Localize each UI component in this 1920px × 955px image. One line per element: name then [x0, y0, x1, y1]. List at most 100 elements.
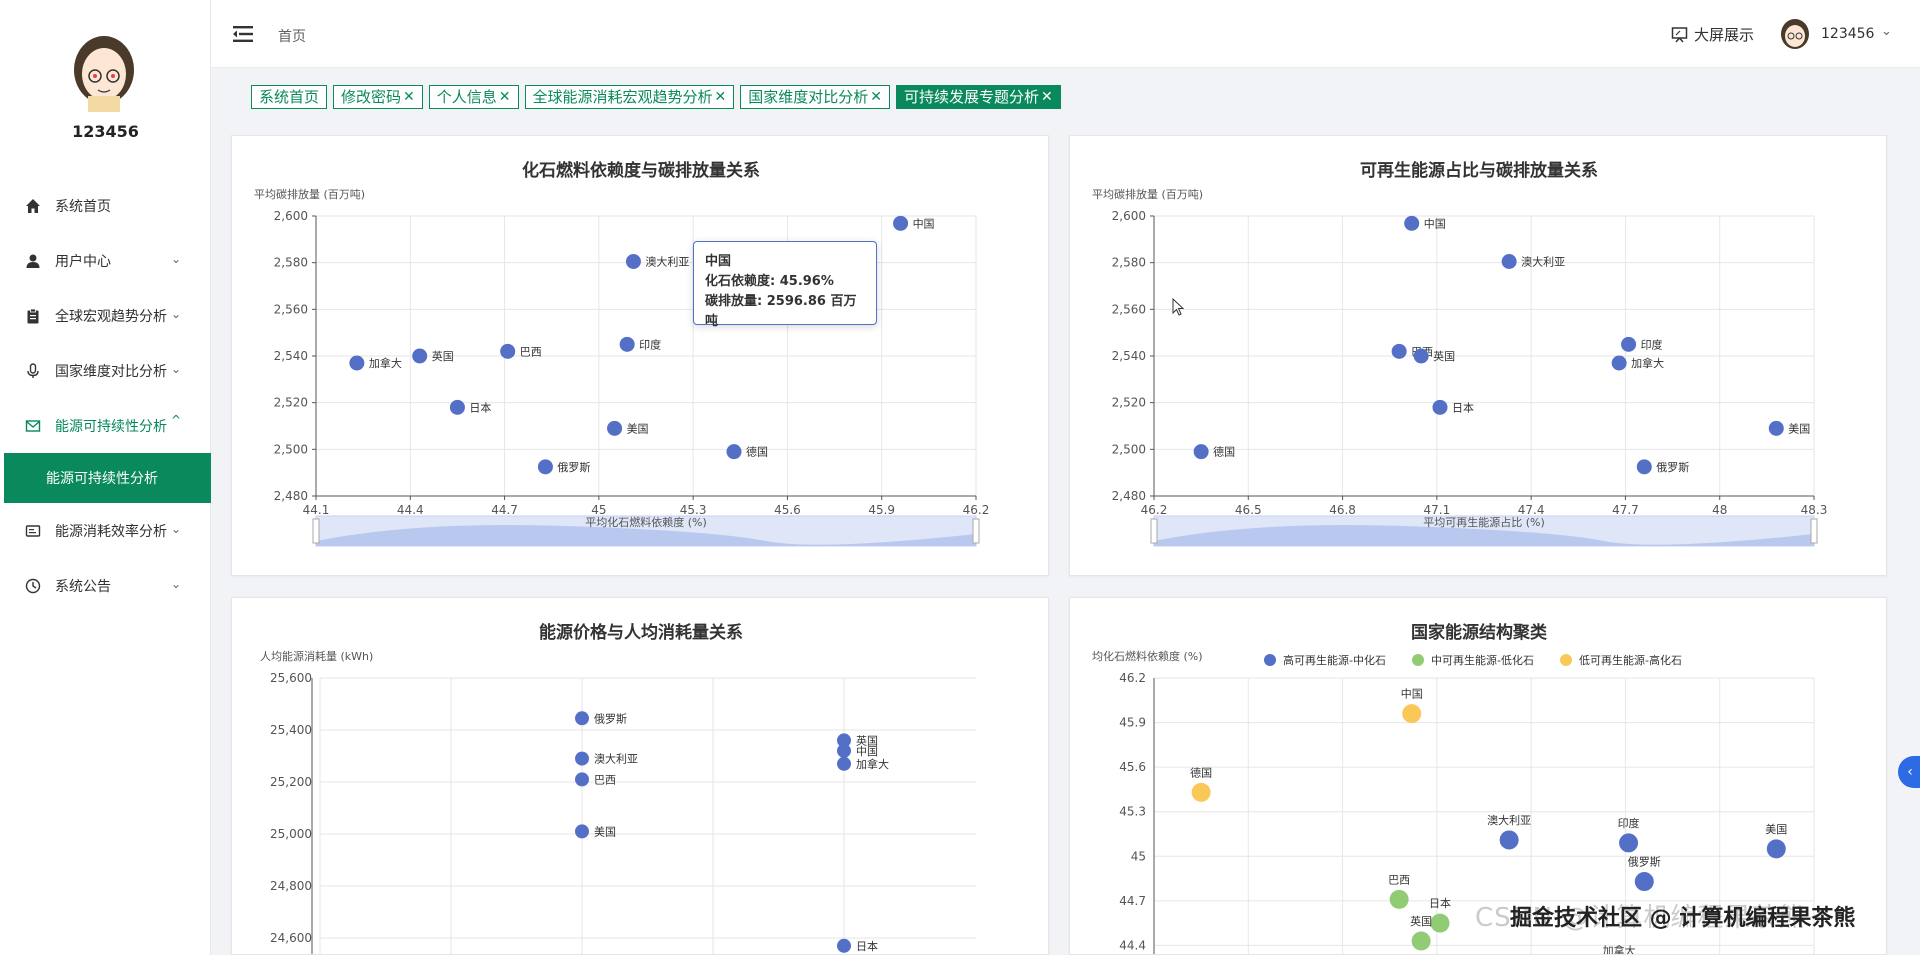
data-point [575, 772, 589, 787]
chart-renewable-vs-emission[interactable]: 可再生能源占比与碳排放量关系平均碳排放量 (百万吨) 2,480 2,500 2,52… [1070, 136, 1887, 576]
sidebar-subitem-sustainability-analysis[interactable]: 能源可持续性分析 [4, 453, 211, 503]
y-tick-label: 24,800 [270, 879, 312, 893]
tag-label: 修改密码 [341, 88, 402, 106]
tag-label: 国家维度对比分析 [748, 88, 869, 106]
y-tick-label: 25,400 [270, 723, 312, 737]
point-label: 中国 [856, 745, 878, 758]
sidebar-item-announcement[interactable]: 系统公告 ⌄ [0, 558, 211, 613]
point-label: 加拿大 [1603, 944, 1636, 955]
x-tick-label: 46.5 [1235, 503, 1262, 517]
side-collapse-button[interactable]: ‹ [1898, 756, 1920, 788]
sidebar-item-sustainability[interactable]: 能源可持续性分析 ^ [0, 398, 211, 453]
mouse-cursor-icon [1172, 298, 1185, 316]
point-label: 日本 [856, 939, 878, 953]
point-label: 印度 [1618, 816, 1640, 830]
point-label: 巴西 [1388, 873, 1410, 886]
sidebar-username: 123456 [72, 122, 139, 141]
breadcrumb[interactable]: 首页 [278, 26, 306, 46]
point-label: 加拿大 [856, 757, 889, 771]
data-point [1432, 399, 1448, 415]
tag-country-compare[interactable]: 国家维度对比分析 ✕ [740, 85, 891, 109]
data-point [575, 751, 589, 766]
sidebar-item-country-compare[interactable]: 国家维度对比分析 ⌄ [0, 343, 211, 398]
chevron-up-icon: ^ [170, 413, 181, 427]
data-point [726, 444, 742, 460]
point-label: 美国 [594, 825, 616, 838]
menu-fold-icon[interactable] [233, 25, 253, 43]
y-tick-label: 45.6 [1119, 760, 1146, 774]
header-username[interactable]: 123456 [1821, 26, 1874, 42]
watermark: 掘金技术社区 @ 计算机编程果茶熊 [1510, 906, 1856, 931]
tag-global-trend[interactable]: 全球能源消耗宏观趋势分析 ✕ [524, 85, 735, 109]
close-icon[interactable]: ✕ [715, 86, 727, 108]
close-icon[interactable]: ✕ [499, 86, 511, 108]
chart-card-fossil: 化石燃料依赖度与碳排放量关系 平均碳排放量 (百万吨) 2,480 2,500 2,52… [231, 135, 1049, 576]
data-point [1499, 830, 1519, 850]
point-label: 日本 [1452, 400, 1474, 414]
point-label: 中国 [1424, 217, 1446, 230]
point-label: 美国 [1788, 422, 1810, 435]
y-tick-label: 44.7 [1119, 894, 1146, 908]
data-point [412, 348, 428, 364]
tag-change-password[interactable]: 修改密码 ✕ [333, 85, 423, 109]
sidebar: 123456 系统首页 用户中心 ⌄ 全球宏观趋势分析 ⌄ 国家维度对比分析 ⌄ [0, 0, 211, 955]
data-point [837, 743, 851, 758]
sidebar-item-global-trend[interactable]: 全球宏观趋势分析 ⌄ [0, 288, 211, 343]
data-point [893, 215, 909, 231]
tag-label: 可持续发展专题分析 [904, 88, 1040, 106]
header-avatar[interactable] [1779, 18, 1811, 50]
y-tick-label: 2,560 [1112, 302, 1146, 316]
point-label: 巴西 [520, 345, 542, 358]
chart-card-price: 能源价格与人均消耗量关系 人均能源消耗量 (kWh) 24,600 24,800 25,… [231, 597, 1049, 955]
close-icon[interactable]: ✕ [1041, 86, 1053, 108]
data-point [500, 343, 516, 359]
data-point [1389, 889, 1409, 909]
sidebar-item-user-center[interactable]: 用户中心 ⌄ [0, 233, 211, 288]
y-tick-label: 2,580 [274, 256, 308, 270]
data-point [837, 938, 851, 953]
data-point [625, 254, 641, 269]
point-label: 俄罗斯 [594, 712, 627, 725]
y-tick-label: 25,600 [270, 671, 312, 685]
zoom-handle-right [1810, 518, 1818, 544]
x-tick-label: 44.7 [491, 503, 518, 517]
clock-icon [24, 577, 42, 595]
y-tick-label: 2,540 [274, 349, 308, 363]
close-icon[interactable]: ✕ [403, 86, 415, 108]
user-avatar[interactable] [66, 30, 142, 114]
y-tick-label: 25,200 [270, 775, 312, 789]
sidebar-item-efficiency[interactable]: 能源消耗效率分析 ⌄ [0, 503, 211, 558]
y-axis-name: 平均碳排放量 (百万吨) [1092, 187, 1203, 201]
x-tick-label: 46.2 [1141, 503, 1168, 517]
close-icon[interactable]: ✕ [870, 86, 882, 108]
y-axis-name: 人均能源消耗量 (kWh) [260, 649, 373, 663]
chart-title: 国家能源结构聚类 [1411, 622, 1548, 643]
tag-profile[interactable]: 个人信息 ✕ [428, 85, 519, 109]
chevron-down-icon: ⌄ [170, 307, 181, 321]
data-point [1391, 343, 1407, 359]
sidebar-item-home[interactable]: 系统首页 [0, 178, 211, 233]
x-axis-name: 平均可再生能源占比 (%) [1423, 515, 1545, 529]
y-tick-label: 2,500 [1112, 442, 1146, 456]
y-tick-label: 46.2 [1119, 671, 1146, 685]
point-label: 澳大利亚 [645, 255, 689, 269]
x-tick-label: 47.1 [1423, 503, 1450, 517]
zoom-handle-left [1150, 518, 1158, 544]
id-card-icon [24, 522, 42, 540]
sidebar-item-label: 国家维度对比分析 [55, 363, 167, 380]
tag-sustainability[interactable]: 可持续发展专题分析 ✕ [896, 85, 1061, 109]
app-root: 123456 系统首页 用户中心 ⌄ 全球宏观趋势分析 ⌄ 国家维度对比分析 ⌄ [0, 0, 1920, 955]
x-tick-label: 47.4 [1518, 503, 1545, 517]
data-point [1619, 833, 1639, 853]
user-icon [24, 252, 42, 270]
x-tick-label: 48.3 [1801, 503, 1828, 517]
x-axis-name: 平均化石燃料依赖度 (%) [585, 515, 707, 529]
point-label: 澳大利亚 [1521, 255, 1565, 269]
tag-home[interactable]: 系统首页 [251, 85, 328, 109]
chart-fossil-vs-emission[interactable]: 化石燃料依赖度与碳排放量关系平均碳排放量 (百万吨) 2,480 2,500 2,52… [232, 136, 1049, 576]
tag-label: 个人信息 [436, 88, 497, 106]
big-screen-button[interactable]: 大屏展示 [1671, 24, 1754, 45]
point-label: 日本 [1429, 896, 1451, 910]
chart-price-vs-consumption[interactable]: 能源价格与人均消耗量关系人均能源消耗量 (kWh) 24,600 24,800 25,… [232, 598, 1049, 955]
chevron-down-icon[interactable]: ⌄ [1881, 24, 1892, 39]
